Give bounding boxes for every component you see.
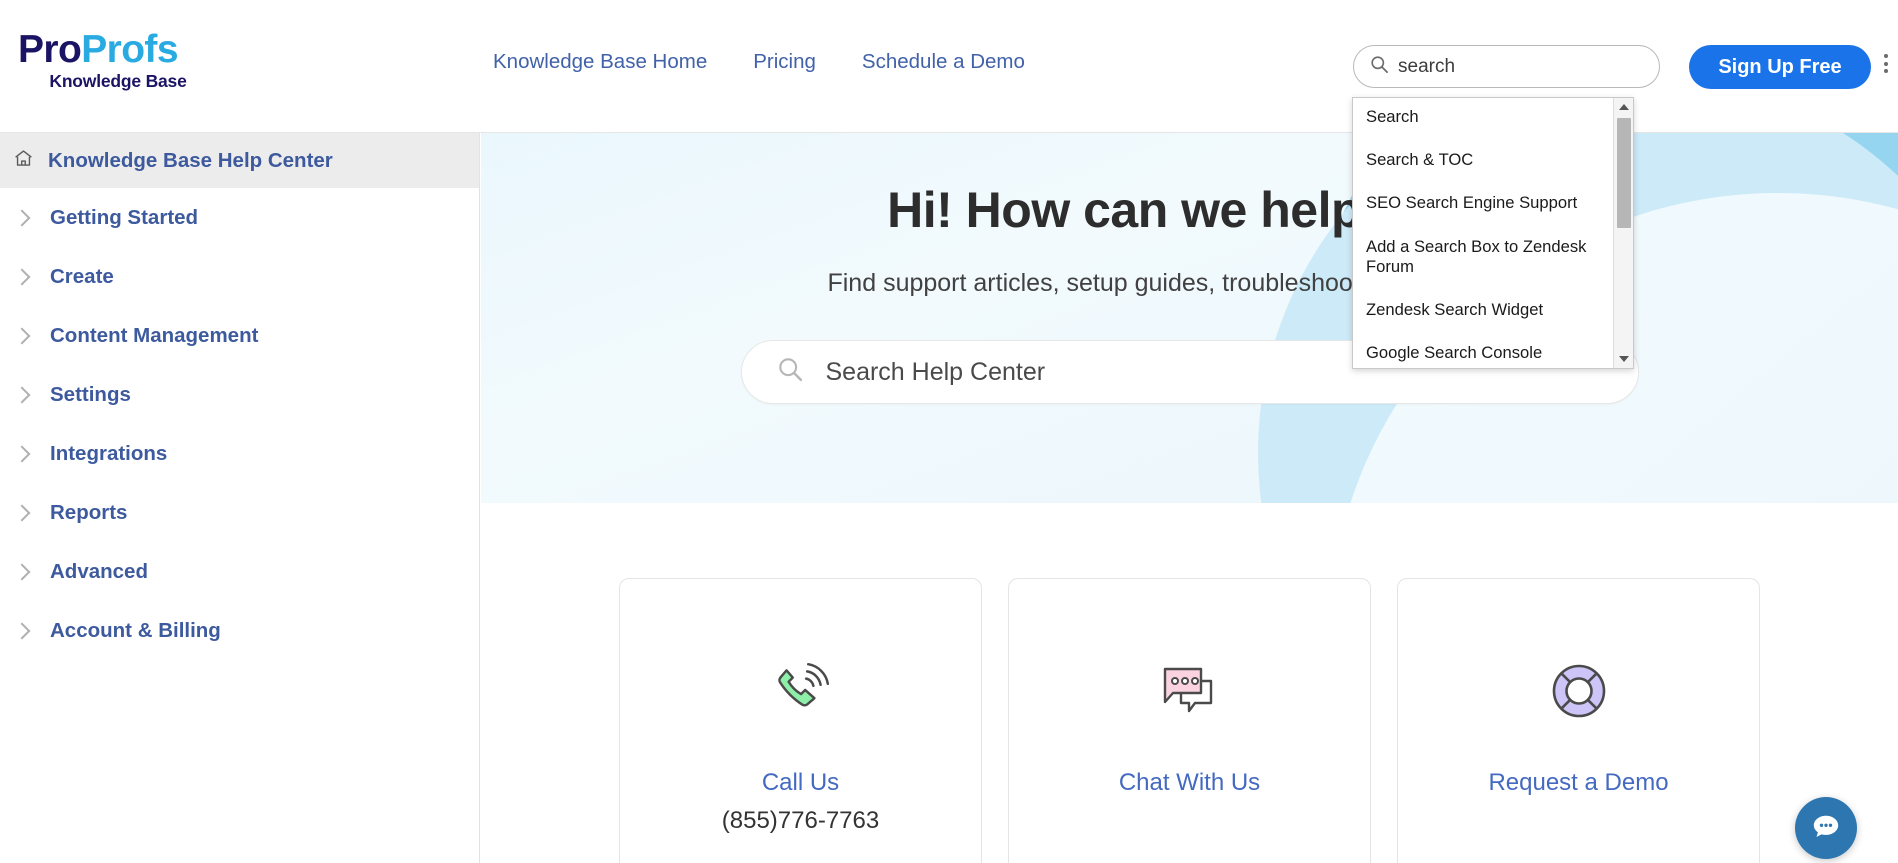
sidebar-item-label: Advanced — [50, 559, 148, 583]
sidebar-item-label: Settings — [50, 382, 131, 406]
chevron-right-icon — [13, 209, 31, 226]
hero-banner: Hi! How can we help you? Find support ar… — [481, 133, 1898, 503]
logo-part-pro: Pro — [18, 28, 82, 71]
sidebar-item-getting-started[interactable]: Getting Started — [0, 188, 479, 247]
sidebar-item-label: Getting Started — [50, 205, 199, 229]
lifebuoy-icon — [1547, 651, 1611, 731]
search-suggestions-dropdown[interactable]: Search Search & TOC SEO Search Engine Su… — [1352, 97, 1634, 369]
sidebar-item-label: Account & Billing — [50, 618, 221, 642]
suggestion-item[interactable]: SEO Search Engine Support — [1353, 188, 1613, 218]
scrollbar-thumb[interactable] — [1617, 118, 1631, 228]
chat-bubble-icon — [1811, 811, 1841, 846]
sidebar-item-integrations[interactable]: Integrations — [0, 424, 479, 483]
page-root: ProProfs Knowledge Base Knowledge Base H… — [0, 0, 1898, 863]
dropdown-scrollbar[interactable] — [1613, 98, 1633, 368]
support-options-row: Call Us (855)776-7763 Chat With Us Reque… — [481, 503, 1898, 863]
site-header: ProProfs Knowledge Base Knowledge Base H… — [0, 0, 1898, 369]
sidebar-item-settings[interactable]: Settings — [0, 365, 479, 424]
card-title: Chat With Us — [1118, 769, 1261, 796]
card-call-us[interactable]: Call Us (855)776-7763 — [619, 578, 982, 863]
chevron-right-icon — [13, 268, 31, 285]
sidebar-home-label: Knowledge Base Help Center — [48, 148, 333, 172]
page-subtitle: Find support articles, setup guides, tro… — [827, 269, 1552, 297]
nav-schedule-a-demo[interactable]: Schedule a Demo — [839, 50, 1048, 74]
help-center-search-placeholder: Search Help Center — [825, 357, 1046, 386]
primary-nav: Knowledge Base Home Pricing Schedule a D… — [470, 50, 1048, 74]
search-suggestions-list: Search Search & TOC SEO Search Engine Su… — [1353, 98, 1613, 368]
chevron-right-icon — [13, 622, 31, 639]
chat-bubbles-icon — [1155, 651, 1225, 731]
card-chat-with-us[interactable]: Chat With Us — [1008, 578, 1371, 863]
suggestion-item[interactable]: Add a Search Box to Zendesk Forum — [1353, 232, 1613, 282]
suggestion-item[interactable]: Zendesk Search Widget — [1353, 295, 1613, 325]
chevron-right-icon — [13, 504, 31, 521]
logo-part-profs: Profs — [81, 28, 178, 71]
sidebar-item-content-management[interactable]: Content Management — [0, 306, 479, 365]
card-phone-number: (855)776-7763 — [721, 807, 880, 834]
card-title: Request a Demo — [1488, 769, 1669, 796]
suggestion-item[interactable]: Search & TOC — [1353, 145, 1613, 175]
search-icon — [777, 356, 804, 388]
header-search-box[interactable]: search — [1353, 45, 1660, 88]
scroll-up-arrow-icon[interactable] — [1614, 98, 1633, 116]
sidebar-item-account-and-billing[interactable]: Account & Billing — [0, 601, 479, 660]
card-request-a-demo[interactable]: Request a Demo — [1397, 578, 1760, 863]
logo-wordmark: ProProfs — [18, 28, 218, 71]
sidebar-item-label: Content Management — [50, 323, 259, 347]
sidebar-item-knowledge-base-help-center[interactable]: Knowledge Base Help Center — [0, 133, 479, 188]
chevron-right-icon — [13, 327, 31, 344]
sidebar-item-advanced[interactable]: Advanced — [0, 542, 479, 601]
scroll-down-arrow-icon[interactable] — [1614, 350, 1633, 368]
card-title: Call Us — [761, 769, 840, 796]
chevron-right-icon — [13, 563, 31, 580]
nav-knowledge-base-home[interactable]: Knowledge Base Home — [470, 50, 730, 74]
proprofs-logo[interactable]: ProProfs Knowledge Base — [18, 28, 218, 91]
phone-ringing-icon — [768, 651, 834, 731]
logo-subtitle: Knowledge Base — [49, 70, 187, 91]
more-vertical-icon[interactable] — [1884, 54, 1888, 73]
header-search-input[interactable]: search — [1398, 57, 1455, 76]
page-title: Hi! How can we help you? — [887, 182, 1492, 238]
sidebar-nav: Knowledge Base Help Center Getting Start… — [0, 133, 480, 863]
chevron-right-icon — [13, 386, 31, 403]
sidebar-item-label: Integrations — [50, 441, 168, 465]
sidebar-item-create[interactable]: Create — [0, 247, 479, 306]
chat-widget-button[interactable] — [1795, 797, 1857, 859]
sidebar-item-label: Create — [50, 264, 114, 288]
sign-up-free-button[interactable]: Sign Up Free — [1689, 45, 1871, 89]
suggestion-item[interactable]: Google Search Console — [1353, 338, 1613, 368]
sidebar-item-label: Reports — [50, 500, 128, 524]
suggestion-item[interactable]: Search — [1353, 102, 1613, 132]
sidebar-item-reports[interactable]: Reports — [0, 483, 479, 542]
nav-pricing[interactable]: Pricing — [730, 50, 839, 74]
chevron-right-icon — [13, 445, 31, 462]
search-icon — [1370, 55, 1389, 79]
home-icon — [13, 148, 34, 174]
